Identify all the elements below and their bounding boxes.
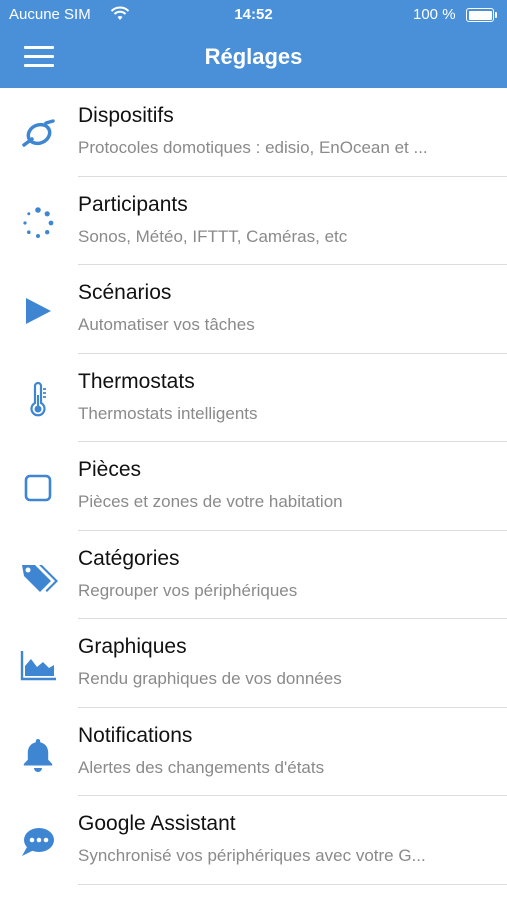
item-label: Thermostats <box>78 369 195 393</box>
list-item-dispositifs[interactable]: Dispositifs Protocoles domotiques : edis… <box>0 88 507 177</box>
divider <box>78 883 507 885</box>
battery-percent: 100 % <box>413 6 456 23</box>
item-label: Scénarios <box>78 281 172 304</box>
item-subtitle: Regrouper vos périphériques <box>78 580 298 600</box>
item-label: Google Assistant <box>78 812 236 835</box>
list-item-graphiques[interactable]: Graphiques Rendu graphiques de vos donné… <box>0 619 507 708</box>
status-bar: Aucune SIM 14:52 100 % <box>0 0 507 30</box>
item-subtitle: Thermostats intelligents <box>78 403 258 423</box>
bell-icon <box>18 734 58 774</box>
item-label: Dispositifs <box>78 104 174 127</box>
dots-circle-icon <box>18 203 58 243</box>
item-subtitle: Synchronisé vos périphériques avec votre… <box>78 846 426 865</box>
list-item-categories[interactable]: Catégories Regrouper vos périphériques <box>0 531 507 619</box>
item-label: Pièces <box>78 458 142 481</box>
item-subtitle: Rendu graphiques de vos données <box>78 669 342 688</box>
item-subtitle: Pièces et zones de votre habitation <box>78 492 343 511</box>
item-label: Participants <box>78 192 188 216</box>
list-item-pieces[interactable]: Pièces Pièces et zones de votre habitati… <box>0 442 507 531</box>
item-subtitle: Automatiser vos tâches <box>78 315 255 334</box>
app-header: Aucune SIM 14:52 100 % Réglages <box>0 0 507 88</box>
area-chart-icon <box>18 645 58 685</box>
list-item-thermostats[interactable]: Thermostats Thermostats intelligents <box>0 354 507 442</box>
thermometer-icon <box>18 380 58 420</box>
item-subtitle: Alertes des changements d'états <box>78 757 325 777</box>
square-icon <box>18 468 58 508</box>
item-subtitle: Sonos, Météo, IFTTT, Caméras, etc <box>78 226 348 246</box>
item-subtitle: Protocoles domotiques : edisio, EnOcean … <box>78 138 428 157</box>
item-label: Catégories <box>78 546 180 570</box>
list-item-notifications[interactable]: Notifications Alertes des changements d'… <box>0 708 507 796</box>
page-title: Réglages <box>204 44 303 69</box>
item-label: Notifications <box>78 723 193 747</box>
list-item-google-assistant[interactable]: Google Assistant Synchronisé vos périphé… <box>0 796 507 885</box>
list-item-participants[interactable]: Participants Sonos, Météo, IFTTT, Caméra… <box>0 177 507 265</box>
item-label: Graphiques <box>78 635 187 658</box>
chat-bubble-icon <box>18 822 58 862</box>
battery-icon <box>466 8 497 22</box>
loop-icon <box>18 114 58 154</box>
list-item-scenarios[interactable]: Scénarios Automatiser vos tâches <box>0 265 507 354</box>
tags-icon <box>18 557 58 597</box>
play-icon <box>18 291 58 331</box>
settings-list: Dispositifs Protocoles domotiques : edis… <box>0 88 507 885</box>
